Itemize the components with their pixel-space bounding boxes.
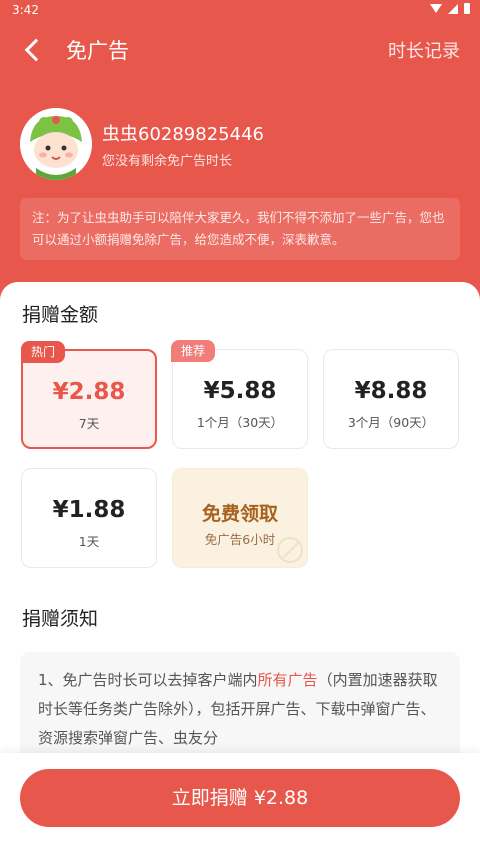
avatar [20, 108, 92, 180]
donate-now-button[interactable]: 立即捐赠 ¥2.88 [20, 769, 460, 827]
donation-option-1month[interactable]: 推荐 ¥5.88 1个月（30天） [171, 340, 308, 449]
donation-option-1day[interactable]: ¥1.88 1天 [21, 468, 157, 568]
free-claim-label: 免费领取 [201, 503, 278, 525]
status-icons [430, 3, 470, 14]
status-bar: 3:42 [0, 0, 480, 22]
option-duration: 3个月（90天） [347, 415, 435, 430]
option-price: ¥2.88 [52, 379, 126, 405]
option-price: ¥1.88 [52, 497, 126, 523]
recommend-badge: 推荐 [171, 340, 216, 362]
back-button[interactable] [22, 36, 50, 64]
hot-badge: 热门 [21, 341, 66, 363]
tips-highlight: 所有广告 [257, 671, 318, 689]
remaining-ad-free-text: 您没有剩余免广告时长 [102, 154, 233, 169]
username: 虫虫60289825446 [102, 124, 264, 145]
status-time: 3:42 [12, 3, 39, 17]
tips-section-title: 捐赠须知 [22, 608, 99, 630]
bottom-bar: 立即捐赠 ¥2.88 [0, 753, 480, 853]
option-duration: 1个月（30天） [196, 415, 284, 430]
option-duration: 1天 [78, 534, 100, 549]
battery-icon [464, 3, 470, 14]
app-bar: 免广告 时长记录 [0, 22, 480, 78]
chevron-left-icon [24, 38, 48, 62]
no-ads-icon [277, 537, 303, 563]
option-duration: 7天 [78, 416, 100, 431]
page-title: 免广告 [66, 39, 129, 63]
signal-icon [448, 3, 458, 14]
free-claim-option[interactable]: 免费领取 免广告6小时 [172, 468, 308, 568]
donation-section-title: 捐赠金额 [22, 304, 99, 326]
wifi-icon [430, 4, 442, 13]
donation-option-3months[interactable]: ¥8.88 3个月（90天） [323, 349, 459, 449]
notice-text: 注：为了让虫虫助手可以陪伴大家更久，我们不得不添加了一些广告，您也可以通过小额捐… [20, 198, 460, 260]
duration-record-link[interactable]: 时长记录 [388, 37, 460, 63]
option-price: ¥5.88 [203, 378, 277, 404]
tips-text: 1、免广告时长可以去掉客户端内 [38, 671, 258, 689]
donation-option-7days[interactable]: 热门 ¥2.88 7天 [21, 341, 157, 449]
option-price: ¥8.88 [354, 378, 428, 404]
user-profile: 虫虫60289825446 您没有剩余免广告时长 [20, 108, 460, 182]
